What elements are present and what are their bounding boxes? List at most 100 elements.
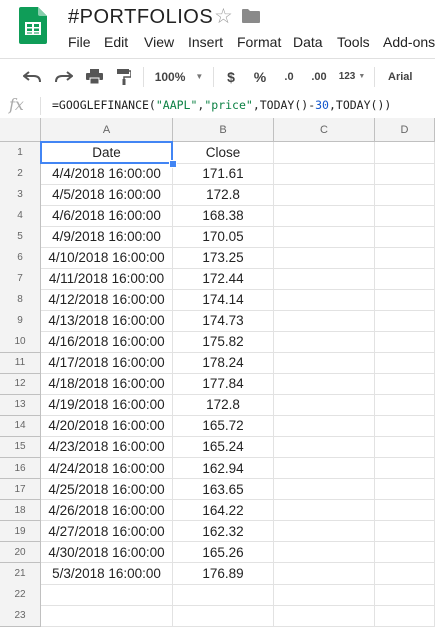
row-header[interactable]: 14 <box>0 415 41 438</box>
table-cell[interactable] <box>274 499 375 522</box>
menu-format[interactable]: Format <box>237 34 281 50</box>
table-cell[interactable] <box>274 247 375 269</box>
percent-format-button[interactable]: % <box>249 59 271 94</box>
table-cell[interactable]: 4/17/2018 16:00:00 <box>41 352 173 375</box>
table-cell[interactable]: 4/19/2018 16:00:00 <box>41 394 173 417</box>
table-cell[interactable]: 4/27/2018 16:00:00 <box>41 520 173 543</box>
table-cell[interactable] <box>274 605 375 627</box>
table-cell[interactable]: 4/13/2018 16:00:00 <box>41 310 173 332</box>
fill-handle[interactable] <box>169 160 177 169</box>
column-header-a[interactable]: A <box>41 118 173 142</box>
table-cell[interactable]: 4/24/2018 16:00:00 <box>41 457 173 480</box>
table-cell[interactable]: 172.44 <box>173 268 274 290</box>
row-header[interactable]: 15 <box>0 436 41 459</box>
table-cell[interactable] <box>274 289 375 311</box>
table-cell[interactable]: 4/4/2018 16:00:00 <box>41 163 173 185</box>
table-cell[interactable] <box>375 478 435 501</box>
row-header[interactable]: 12 <box>0 373 41 396</box>
select-all-corner[interactable] <box>0 118 41 142</box>
print-button[interactable] <box>82 59 106 94</box>
table-cell[interactable] <box>274 310 375 332</box>
sheets-logo-icon[interactable] <box>19 7 47 44</box>
header-cell[interactable] <box>375 142 435 164</box>
header-cell[interactable]: Close <box>173 142 274 164</box>
row-header[interactable]: 8 <box>0 289 41 311</box>
menu-view[interactable]: View <box>144 34 174 50</box>
table-cell[interactable]: 177.84 <box>173 373 274 396</box>
table-cell[interactable] <box>375 289 435 311</box>
table-cell[interactable] <box>274 436 375 459</box>
table-cell[interactable] <box>274 163 375 185</box>
table-cell[interactable]: 4/6/2018 16:00:00 <box>41 205 173 227</box>
table-cell[interactable] <box>375 436 435 459</box>
menu-edit[interactable]: Edit <box>104 34 128 50</box>
menu-insert[interactable]: Insert <box>188 34 223 50</box>
table-cell[interactable] <box>375 541 435 564</box>
row-header[interactable]: 1 <box>0 142 41 164</box>
table-cell[interactable] <box>173 605 274 627</box>
table-cell[interactable]: 173.25 <box>173 247 274 269</box>
table-cell[interactable] <box>375 163 435 185</box>
row-header[interactable]: 23 <box>0 605 41 627</box>
table-cell[interactable] <box>274 394 375 417</box>
table-cell[interactable] <box>41 605 173 627</box>
row-header[interactable]: 22 <box>0 584 41 606</box>
table-cell[interactable] <box>375 520 435 543</box>
table-cell[interactable]: 165.24 <box>173 436 274 459</box>
table-cell[interactable]: 4/25/2018 16:00:00 <box>41 478 173 501</box>
table-cell[interactable]: 4/16/2018 16:00:00 <box>41 331 173 353</box>
table-cell[interactable] <box>274 457 375 480</box>
redo-button[interactable] <box>52 59 76 94</box>
table-cell[interactable] <box>375 373 435 396</box>
table-cell[interactable]: 172.8 <box>173 394 274 417</box>
table-cell[interactable] <box>274 205 375 227</box>
row-header[interactable]: 16 <box>0 457 41 480</box>
table-cell[interactable]: 170.05 <box>173 226 274 248</box>
row-header[interactable]: 11 <box>0 352 41 375</box>
table-cell[interactable] <box>375 394 435 417</box>
more-formats-button[interactable]: 123 ▼ <box>336 59 368 94</box>
row-header[interactable]: 13 <box>0 394 41 417</box>
star-icon[interactable]: ☆ <box>214 4 233 29</box>
row-header[interactable]: 4 <box>0 205 41 227</box>
table-cell[interactable]: 162.32 <box>173 520 274 543</box>
column-header-d[interactable]: D <box>375 118 435 142</box>
header-cell[interactable] <box>274 142 375 164</box>
column-header-b[interactable]: B <box>173 118 274 142</box>
formula-input[interactable]: =GOOGLEFINANCE("AAPL","price",TODAY()-30… <box>52 98 391 112</box>
table-cell[interactable]: 4/5/2018 16:00:00 <box>41 184 173 206</box>
row-header[interactable]: 18 <box>0 499 41 522</box>
column-header-c[interactable]: C <box>274 118 375 142</box>
increase-decimals-button[interactable]: .00 <box>306 59 332 94</box>
table-cell[interactable] <box>274 541 375 564</box>
table-cell[interactable] <box>375 268 435 290</box>
menu-add-ons[interactable]: Add-ons <box>383 34 435 50</box>
table-cell[interactable] <box>375 584 435 606</box>
table-cell[interactable]: 168.38 <box>173 205 274 227</box>
row-header[interactable]: 2 <box>0 163 41 185</box>
row-header[interactable]: 10 <box>0 331 41 353</box>
table-cell[interactable] <box>375 226 435 248</box>
table-cell[interactable]: 164.22 <box>173 499 274 522</box>
table-cell[interactable]: 176.89 <box>173 563 274 585</box>
table-cell[interactable]: 174.14 <box>173 289 274 311</box>
font-select[interactable]: Arial <box>382 59 428 94</box>
paint-format-button[interactable] <box>112 59 136 94</box>
menu-tools[interactable]: Tools <box>337 34 370 50</box>
table-cell[interactable]: 5/3/2018 16:00:00 <box>41 563 173 585</box>
table-cell[interactable] <box>274 415 375 438</box>
row-header[interactable]: 5 <box>0 226 41 248</box>
row-header[interactable]: 20 <box>0 541 41 564</box>
table-cell[interactable]: 4/23/2018 16:00:00 <box>41 436 173 459</box>
table-cell[interactable] <box>375 499 435 522</box>
currency-format-button[interactable]: $ <box>220 59 242 94</box>
table-cell[interactable]: 4/12/2018 16:00:00 <box>41 289 173 311</box>
table-cell[interactable] <box>274 184 375 206</box>
row-header[interactable]: 6 <box>0 247 41 269</box>
table-cell[interactable]: 162.94 <box>173 457 274 480</box>
undo-button[interactable] <box>20 59 44 94</box>
row-header[interactable]: 3 <box>0 184 41 206</box>
table-cell[interactable]: 4/30/2018 16:00:00 <box>41 541 173 564</box>
document-title[interactable]: #PORTFOLIOS <box>68 6 213 29</box>
table-cell[interactable]: 163.65 <box>173 478 274 501</box>
